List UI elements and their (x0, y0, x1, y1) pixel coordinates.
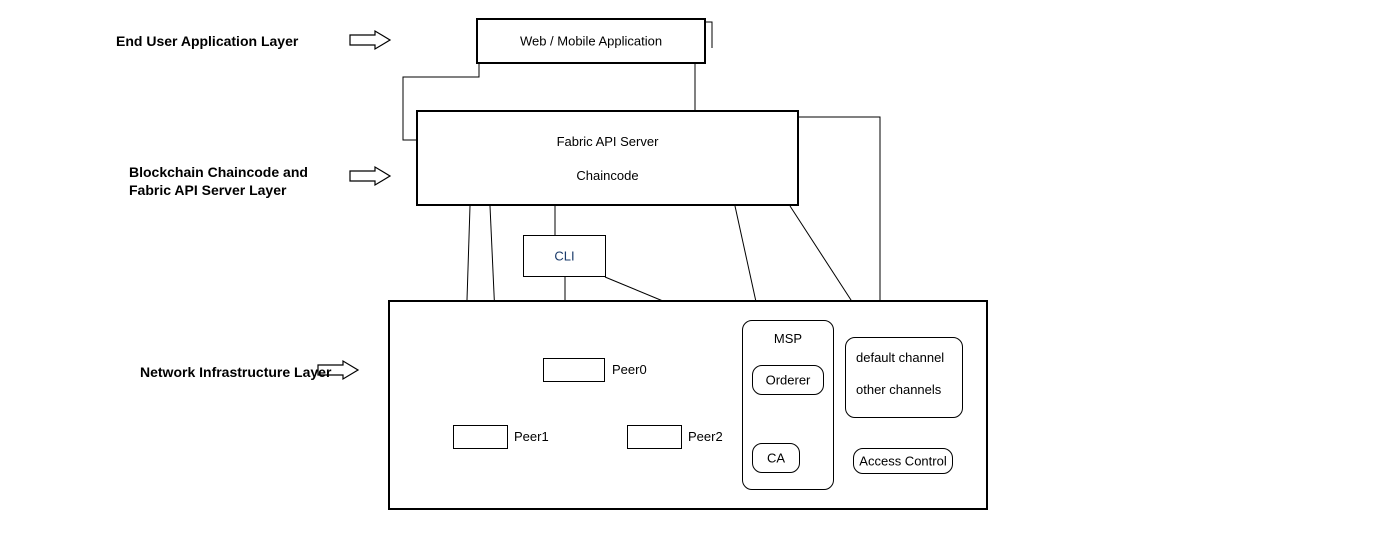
node-label-other-channels: other channels (856, 382, 941, 397)
node-label: MSP (774, 331, 802, 346)
node-label: Web / Mobile Application (520, 34, 662, 49)
node-label: Orderer (766, 373, 811, 388)
node-web-mobile-app: Web / Mobile Application (476, 18, 706, 64)
node-orderer: Orderer (752, 365, 824, 395)
node-label-peer2: Peer2 (688, 429, 723, 444)
node-label-peer1: Peer1 (514, 429, 549, 444)
node-label: CLI (554, 249, 574, 264)
node-fabric-api-server: Fabric API Server Chaincode (416, 110, 799, 206)
node-label-default-channel: default channel (856, 350, 944, 365)
node-label-chaincode: Chaincode (576, 168, 638, 183)
node-label-peer0: Peer0 (612, 362, 647, 377)
node-peer0 (543, 358, 605, 382)
node-label: Fabric API Server (557, 134, 659, 149)
node-label: CA (767, 451, 785, 466)
node-cli: CLI (523, 235, 606, 277)
node-peer1 (453, 425, 508, 449)
node-peer2 (627, 425, 682, 449)
node-ca: CA (752, 443, 800, 473)
node-label: Access Control (859, 454, 946, 469)
node-access-control: Access Control (853, 448, 953, 474)
node-channels: default channel other channels (845, 337, 963, 418)
